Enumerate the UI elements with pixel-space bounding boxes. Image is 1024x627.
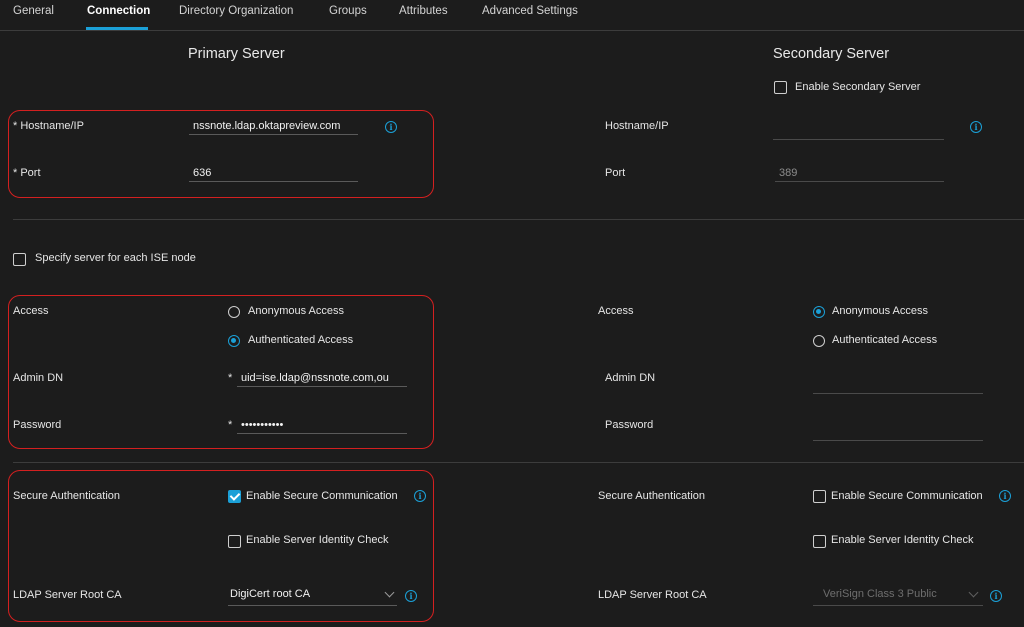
secondary-server-heading: Secondary Server — [773, 46, 890, 62]
tab-advanced-settings[interactable]: Advanced Settings — [482, 5, 578, 31]
secondary-server-identity-check-label: Enable Server Identity Check — [831, 534, 974, 546]
tab-general[interactable]: General — [13, 5, 54, 31]
password-required-mark: * — [228, 419, 233, 431]
enable-secondary-server-checkbox[interactable] — [774, 81, 787, 94]
tab-groups[interactable]: Groups — [329, 5, 367, 31]
primary-hostname-input[interactable] — [189, 117, 358, 135]
secondary-enable-secure-communication-checkbox[interactable] — [813, 490, 826, 503]
tab-directory-organization[interactable]: Directory Organization — [179, 5, 293, 31]
tab-bar: General Connection Directory Organizatio… — [0, 0, 1024, 31]
secondary-anonymous-access-radio[interactable] — [813, 306, 825, 318]
secondary-hostname-info-icon[interactable]: i — [970, 121, 982, 133]
primary-password-label: Password — [13, 419, 62, 431]
primary-server-heading: Primary Server — [188, 46, 285, 62]
primary-admin-dn-input[interactable] — [237, 369, 407, 387]
tab-attributes[interactable]: Attributes — [399, 5, 448, 31]
secondary-port-input[interactable] — [775, 164, 944, 182]
secondary-admin-dn-label: Admin DN — [605, 372, 656, 384]
active-tab-indicator — [86, 27, 148, 30]
secondary-secure-auth-label: Secure Authentication — [598, 490, 706, 502]
primary-anonymous-access-radio[interactable] — [228, 306, 240, 318]
secondary-root-ca-label: LDAP Server Root CA — [598, 589, 707, 601]
primary-root-ca-value: DigiCert root CA — [230, 588, 311, 600]
secondary-root-ca-select[interactable]: VeriSign Class 3 Public — [813, 586, 983, 606]
section-divider — [13, 462, 1024, 463]
primary-hostname-info-icon[interactable]: i — [385, 121, 397, 133]
primary-authenticated-access-label: Authenticated Access — [248, 334, 354, 346]
secondary-access-label: Access — [598, 305, 634, 317]
primary-server-identity-check-checkbox[interactable] — [228, 535, 241, 548]
primary-enable-secure-communication-label: Enable Secure Communication — [246, 490, 398, 502]
admin-dn-required-mark: * — [228, 372, 233, 384]
secondary-enable-secure-communication-label: Enable Secure Communication — [831, 490, 983, 502]
primary-secure-communication-info-icon[interactable]: i — [414, 490, 426, 502]
primary-access-label: Access — [13, 305, 49, 317]
secondary-hostname-label: Hostname/IP — [605, 120, 669, 132]
section-divider — [13, 219, 1024, 220]
secondary-port-label: Port — [605, 167, 626, 179]
secondary-root-ca-value: VeriSign Class 3 Public — [823, 588, 937, 600]
specify-server-label: Specify server for each ISE node — [35, 252, 196, 264]
primary-root-ca-label: LDAP Server Root CA — [13, 589, 122, 601]
secondary-authenticated-access-label: Authenticated Access — [832, 334, 938, 346]
enable-secondary-server-label: Enable Secondary Server — [795, 81, 921, 93]
primary-anonymous-access-label: Anonymous Access — [248, 305, 344, 317]
primary-server-identity-check-label: Enable Server Identity Check — [246, 534, 389, 546]
specify-server-checkbox[interactable] — [13, 253, 26, 266]
primary-authenticated-access-radio[interactable] — [228, 335, 240, 347]
secondary-hostname-input[interactable] — [773, 122, 944, 140]
secondary-admin-dn-input[interactable] — [813, 376, 983, 394]
primary-hostname-label: * Hostname/IP — [13, 120, 84, 132]
primary-port-label: * Port — [13, 167, 41, 179]
primary-admin-dn-label: Admin DN — [13, 372, 64, 384]
primary-root-ca-select[interactable]: DigiCert root CA — [228, 586, 397, 606]
primary-secure-auth-label: Secure Authentication — [13, 490, 121, 502]
secondary-secure-communication-info-icon[interactable]: i — [999, 490, 1011, 502]
secondary-server-identity-check-checkbox[interactable] — [813, 535, 826, 548]
primary-port-input[interactable] — [189, 164, 358, 182]
primary-root-ca-info-icon[interactable]: i — [405, 590, 417, 602]
secondary-authenticated-access-radio[interactable] — [813, 335, 825, 347]
secondary-password-input[interactable] — [813, 423, 983, 441]
secondary-root-ca-info-icon[interactable]: i — [990, 590, 1002, 602]
secondary-password-label: Password — [605, 419, 654, 431]
primary-password-input[interactable] — [237, 416, 407, 434]
primary-enable-secure-communication-checkbox[interactable] — [228, 490, 241, 503]
secondary-anonymous-access-label: Anonymous Access — [832, 305, 928, 317]
